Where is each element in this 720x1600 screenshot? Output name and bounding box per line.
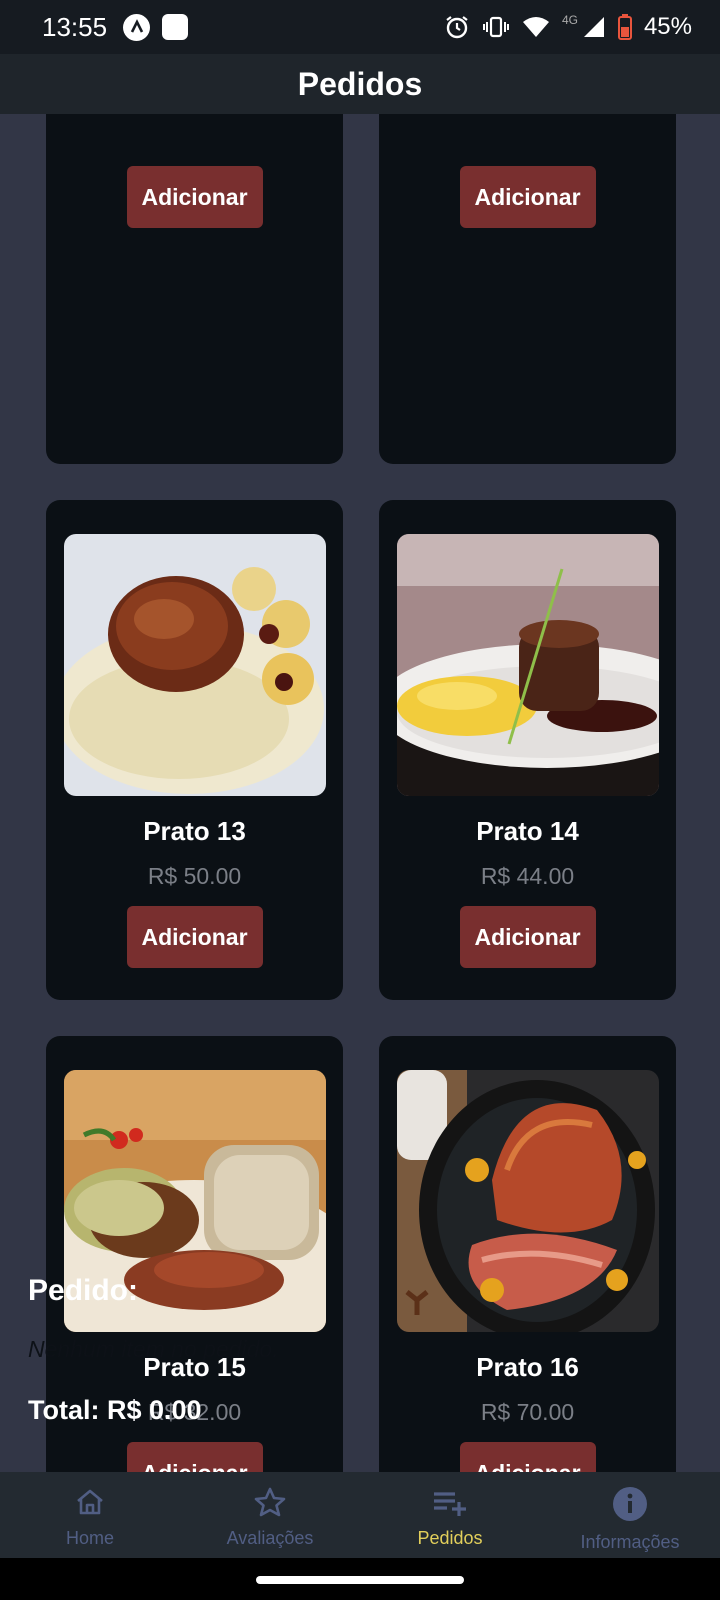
add-button[interactable]: Adicionar (459, 906, 596, 968)
bottom-nav: Home Avaliações Pedidos Informações (0, 1472, 720, 1558)
battery-icon (617, 14, 632, 40)
gesture-bar (0, 1558, 720, 1600)
status-bar: 13:55 4G 45% (0, 0, 720, 54)
dish-image (396, 534, 659, 796)
menu-card: Prato 13 R$ 50.00 Adicionar (46, 500, 343, 1000)
add-button[interactable]: Adicionar (126, 166, 263, 228)
add-button[interactable]: Adicionar (459, 166, 596, 228)
home-icon (74, 1486, 106, 1518)
status-time: 13:55 (42, 11, 108, 42)
add-button[interactable]: Adicionar (459, 1442, 596, 1472)
network-label: 4G (561, 13, 578, 27)
order-summary: Pedido: Nenhum item no pedido. Total: R$… (28, 1274, 692, 1426)
nav-label: Home (65, 1528, 114, 1548)
menu-card: Adicionar (379, 114, 676, 464)
menu-scroll-area[interactable]: Adicionar Adicionar Prato 13 R$ 50.00 Ad… (0, 114, 720, 1472)
dish-price: R$ 44.00 (480, 863, 575, 889)
order-total: Total: R$ 0.00 (28, 1395, 202, 1425)
nav-item-home[interactable]: Home (0, 1472, 180, 1558)
dish-price: R$ 50.00 (147, 863, 242, 889)
app-square-icon (162, 14, 189, 40)
dish-name: Prato 13 (143, 816, 246, 846)
nav-item-avaliacoes[interactable]: Avaliações (180, 1472, 360, 1558)
add-button[interactable]: Adicionar (126, 906, 263, 968)
nav-item-pedidos[interactable]: Pedidos (360, 1472, 540, 1558)
nav-label: Pedidos (417, 1528, 483, 1548)
menu-card: Adicionar (46, 114, 343, 464)
order-title: Pedido: (28, 1274, 138, 1307)
info-icon (612, 1486, 648, 1522)
star-icon (253, 1486, 287, 1518)
dish-image (63, 534, 326, 796)
page-title: Pedidos (297, 65, 423, 102)
app-header: Pedidos (0, 54, 720, 114)
menu-card: Prato 14 R$ 44.00 Adicionar (379, 500, 676, 1000)
wifi-icon (522, 15, 550, 39)
add-button[interactable]: Adicionar (126, 1442, 263, 1472)
order-empty-message: Nenhum item no pedido. (28, 1336, 279, 1362)
alarm-icon (444, 14, 470, 40)
menu-grid: Adicionar Adicionar Prato 13 R$ 50.00 Ad… (46, 114, 676, 1472)
app-a-icon (123, 13, 151, 41)
playlist-add-icon (431, 1486, 469, 1518)
nav-item-informacoes[interactable]: Informações (540, 1472, 720, 1558)
signal-icon (582, 15, 606, 39)
battery-percent: 45% (643, 13, 692, 40)
home-gesture-handle[interactable] (256, 1576, 464, 1584)
nav-label: Informações (580, 1532, 680, 1552)
nav-label: Avaliações (226, 1528, 314, 1548)
vibrate-icon (482, 14, 510, 40)
dish-name: Prato 14 (476, 816, 579, 846)
